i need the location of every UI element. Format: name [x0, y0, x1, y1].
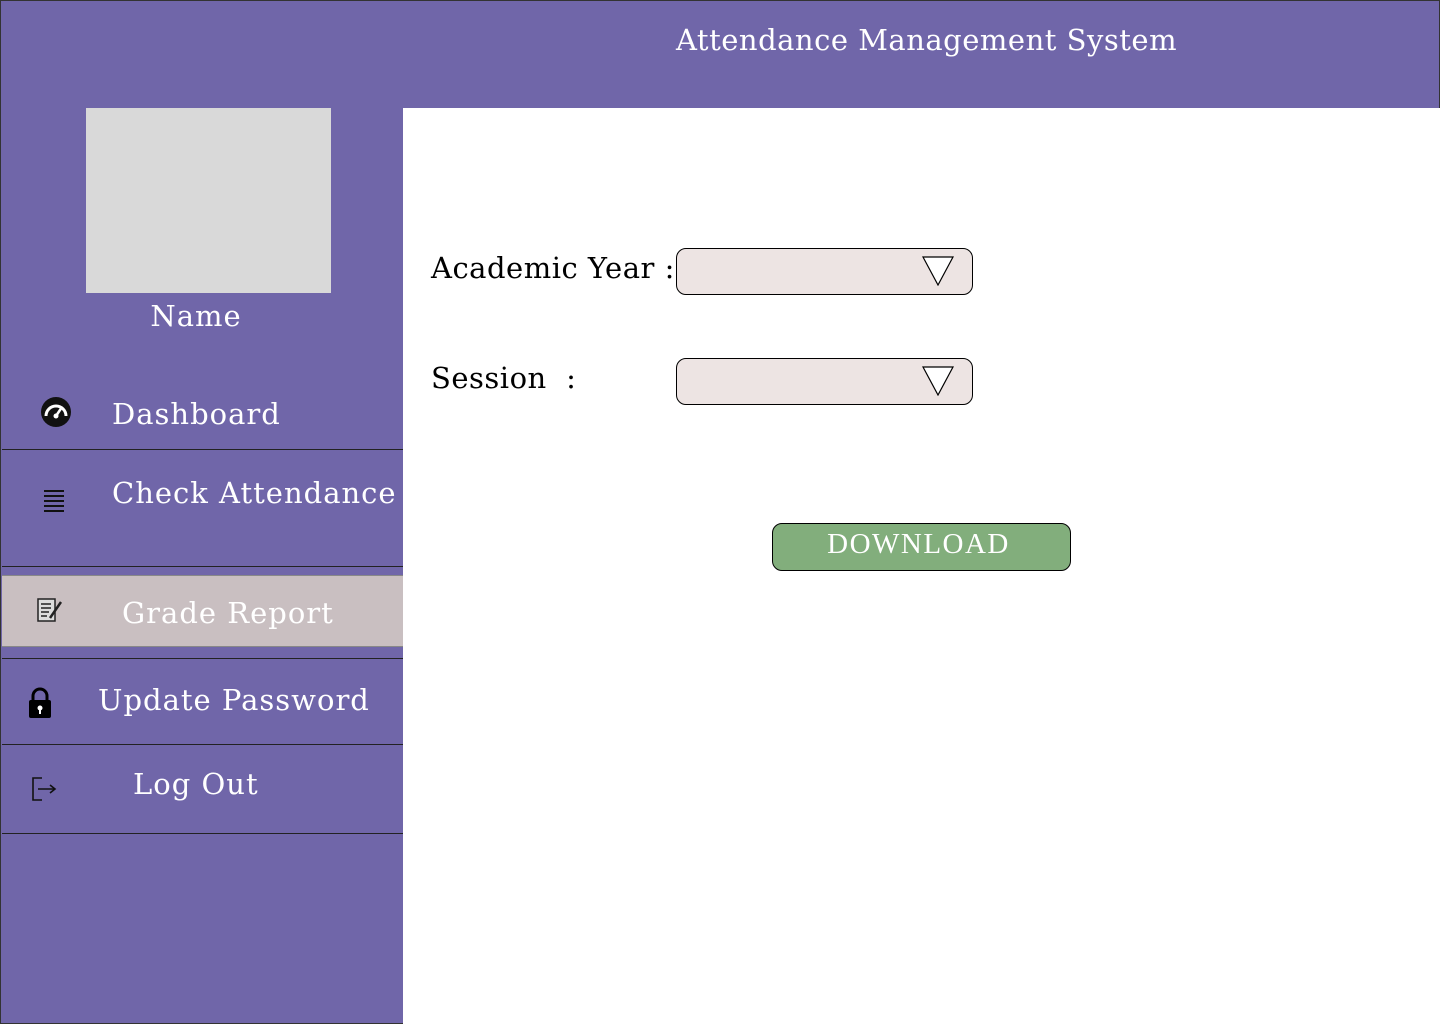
sidebar-item-update-password[interactable]: Update Password: [2, 659, 403, 744]
divider: [2, 833, 403, 834]
sidebar-item-label: Update Password: [98, 683, 370, 717]
session-label: Session :: [431, 361, 577, 395]
dropdown-triangle-icon: [922, 366, 954, 396]
user-name: Name: [150, 299, 242, 333]
dashboard-gauge-icon: [40, 396, 72, 432]
avatar: [86, 108, 331, 293]
download-button[interactable]: DOWNLOAD: [772, 523, 1071, 571]
dropdown-triangle-icon: [922, 256, 954, 286]
divider: [2, 566, 403, 567]
app-title: Attendance Management System: [676, 23, 1178, 57]
session-select[interactable]: [676, 358, 973, 405]
logout-icon: [30, 775, 58, 807]
sidebar-item-dashboard[interactable]: Dashboard: [2, 381, 403, 449]
academic-year-select[interactable]: [676, 248, 973, 295]
sidebar-item-label: Grade Report: [122, 596, 334, 630]
document-edit-icon: [36, 596, 64, 628]
sidebar-item-label: Log Out: [133, 767, 259, 801]
app-frame: Attendance Management System Name Dashbo…: [0, 0, 1440, 1024]
academic-year-label: Academic Year :: [431, 251, 675, 285]
sidebar-item-check-attendance[interactable]: Check Attendance: [2, 450, 403, 566]
sidebar-item-label: Check Attendance: [112, 476, 397, 510]
list-lines-icon: [42, 488, 66, 520]
sidebar-item-log-out[interactable]: Log Out: [2, 745, 403, 833]
lock-icon: [27, 687, 53, 723]
sidebar-item-grade-report[interactable]: Grade Report: [2, 575, 403, 647]
sidebar-item-label: Dashboard: [112, 397, 281, 431]
